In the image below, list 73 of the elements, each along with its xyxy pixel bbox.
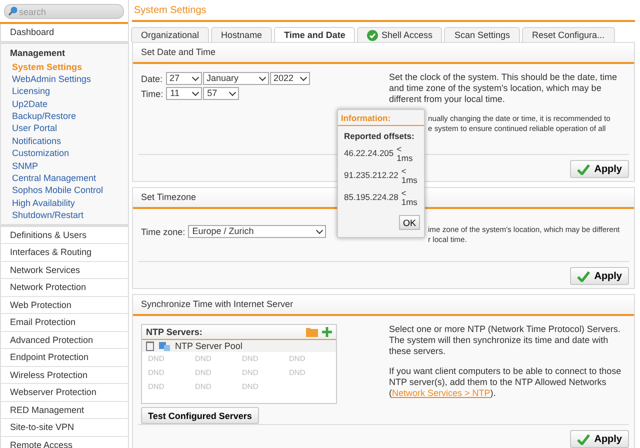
tab[interactable]: Time and Date — [274, 27, 356, 42]
help-text: Set the clock of the system. This should be the date, time and time zone of the system's location, which may be different from your local time. — [389, 72, 618, 105]
panel-title: Set Date and Time — [133, 43, 634, 64]
help-text: If you want client computers to be able to connect to those NTP server(s), add them to the NTP Allowed Networks (Network Services > NTP). — [389, 366, 622, 399]
offset-value: 1ms — [396, 154, 413, 163]
offset-value: 1ms — [401, 198, 418, 207]
sidebar-subitem[interactable]: Customization — [1, 147, 128, 160]
sidebar-item[interactable]: Interfaces & Routing — [0, 244, 128, 262]
folder-icon[interactable] — [306, 327, 318, 337]
sidebar-subitem[interactable]: Central Management — [1, 172, 128, 184]
tab[interactable]: Shell Access — [357, 27, 442, 42]
apply-button[interactable]: Apply — [570, 267, 629, 285]
tab[interactable]: Hostname — [211, 27, 272, 42]
sidebar-item[interactable]: Email Protection — [0, 314, 128, 332]
sidebar-item[interactable]: Remote Access — [0, 436, 128, 448]
sidebar-subitem[interactable]: Notifications — [1, 134, 128, 148]
minute-dropdown[interactable]: 57 — [203, 87, 240, 100]
checkmark-icon — [577, 164, 590, 174]
search-field[interactable]: search — [4, 4, 124, 19]
sidebar-subitem[interactable]: Backup/Restore — [1, 110, 128, 122]
sidebar-subitem[interactable]: Shutdown/Restart — [1, 209, 128, 222]
offset-value: 1ms — [401, 176, 418, 185]
sidebar-subitem[interactable]: WebAdmin Settings — [1, 72, 128, 86]
less-than: < — [401, 189, 408, 198]
popup-heading: Reported offsets: — [344, 131, 416, 141]
apply-button[interactable]: Apply — [570, 160, 629, 178]
sidebar-item[interactable]: Endpoint Protection — [0, 349, 128, 367]
sidebar-item[interactable]: RED Management — [0, 402, 128, 420]
sidebar-item[interactable]: Network Services — [0, 262, 128, 280]
field-label: Time: — [141, 88, 164, 98]
sidebar-item[interactable]: Advanced Protection — [0, 332, 128, 350]
sidebar-group[interactable]: Management — [1, 44, 128, 60]
sidebar-subitem[interactable]: Sophos Mobile Control — [1, 184, 128, 197]
less-than: < — [396, 145, 403, 154]
sidebar-subitem[interactable]: User Portal — [1, 122, 128, 135]
panel-title: Synchronize Time with Internet Server — [133, 295, 634, 316]
year-dropdown[interactable]: 2022 — [270, 72, 310, 85]
sidebar-item[interactable]: Dashboard — [0, 24, 128, 44]
sidebar-item[interactable]: Wireless Protection — [0, 366, 128, 384]
day-dropdown[interactable]: 27 — [166, 72, 202, 85]
sidebar-item[interactable]: Definitions & Users — [0, 226, 128, 244]
sidebar-subitem[interactable]: Up2Date — [1, 98, 128, 110]
month-dropdown[interactable]: January — [202, 72, 269, 85]
server-address: 91.235.212.22 — [344, 169, 398, 180]
plus-icon[interactable] — [322, 327, 332, 337]
less-than: < — [401, 167, 408, 176]
server-address: 85.195.224.28 — [344, 191, 398, 202]
search-icon — [8, 6, 18, 16]
page-title: System Settings — [132, 0, 635, 22]
sidebar-item[interactable]: Network Protection — [0, 279, 128, 297]
timezone-dropdown[interactable]: Europe / Zurich — [188, 225, 326, 238]
sidebar-subitem[interactable]: SNMP — [1, 160, 128, 172]
checkmark-icon — [577, 270, 590, 282]
server-address: 46.22.24.205 — [344, 147, 394, 158]
sidebar-item[interactable]: Site-to-site VPN — [0, 419, 128, 437]
tab[interactable]: Organizational — [131, 27, 210, 42]
apply-button[interactable]: Apply — [570, 430, 629, 448]
field-label: Time zone: — [141, 226, 186, 236]
sidebar-subitem[interactable]: High Availability — [1, 196, 128, 210]
tab[interactable]: Scan Settings — [444, 27, 520, 42]
help-text: Select one or more NTP (Network Time Protocol) Servers. The system will then synchronize its time and date with these servers. — [389, 324, 622, 357]
sidebar-item[interactable]: Web Protection — [0, 296, 128, 314]
popup-title: Information: — [338, 110, 424, 126]
network-icon — [159, 342, 170, 350]
test-servers-button[interactable]: Test Configured Servers — [141, 407, 259, 424]
list-title: NTP Servers: — [146, 327, 204, 337]
sidebar-item[interactable]: Webserver Protection — [0, 384, 128, 402]
checkmark-icon — [577, 434, 590, 444]
tab[interactable]: Reset Configura... — [522, 27, 615, 42]
hour-dropdown[interactable]: 11 — [166, 87, 202, 100]
ok-button[interactable]: OK — [398, 215, 420, 230]
sidebar-subitem[interactable]: Licensing — [1, 85, 128, 98]
field-label: Date: — [141, 74, 163, 84]
